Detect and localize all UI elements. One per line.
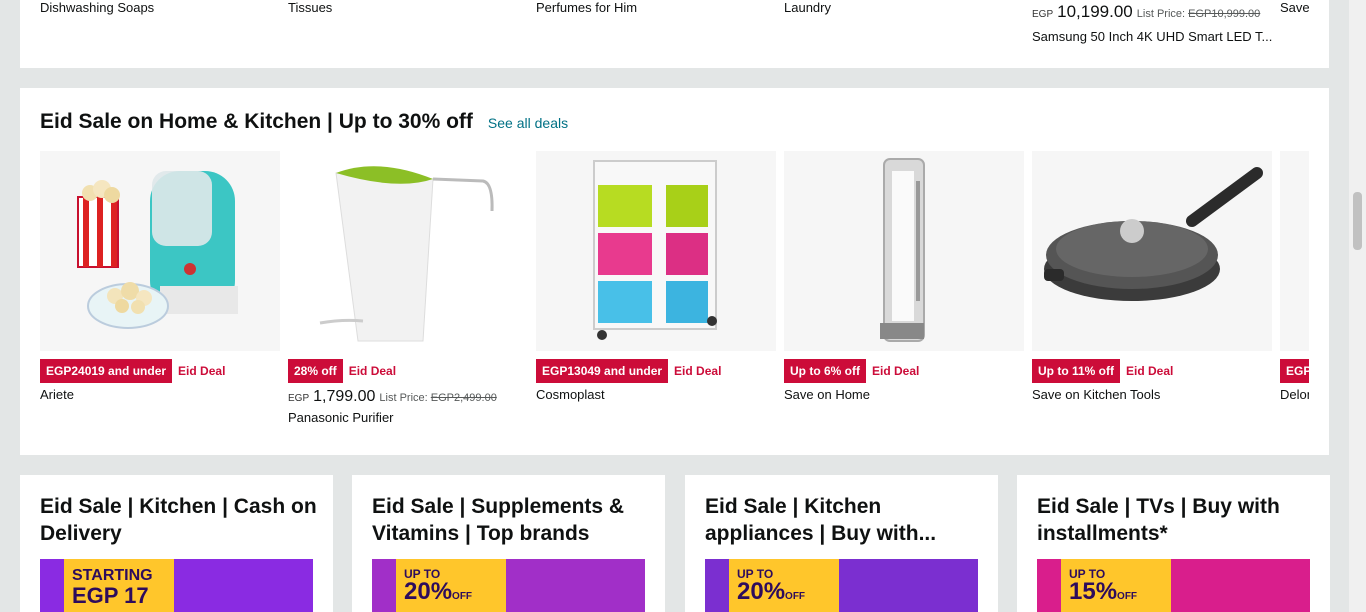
promo-big: 20%OFF <box>737 578 831 608</box>
vertical-scrollbar[interactable] <box>1349 0 1366 612</box>
list-price: List Price: EGP10,999.00 <box>1137 8 1261 20</box>
promo-badge: UP TO 15%OFF <box>1061 559 1171 612</box>
card-title[interactable]: Eid Sale | Kitchen appliances | Buy with… <box>705 493 985 547</box>
product-image[interactable] <box>40 151 280 351</box>
eid-deal-tag: Eid Deal <box>674 364 722 378</box>
see-all-deals-link[interactable]: See all deals <box>488 115 568 131</box>
promo-big: EGP 17 <box>72 583 149 608</box>
card-title[interactable]: Eid Sale | TVs | Buy with installments* <box>1037 493 1317 547</box>
product-name[interactable]: Cosmoplast <box>536 387 776 402</box>
category-tissues[interactable]: Tissues <box>288 0 332 15</box>
price-line: EGP 1,799.00 List Price: EGP2,499.00 <box>288 388 528 406</box>
popcorn-maker-icon <box>40 151 280 351</box>
water-purifier-icon <box>288 151 528 351</box>
category-label[interactable]: Tissues <box>288 0 332 15</box>
eid-deal-tag: Eid Deal <box>178 364 226 378</box>
product-image[interactable] <box>288 151 528 351</box>
category-label[interactable]: Laundry <box>784 0 831 15</box>
promo-off: OFF <box>452 591 473 602</box>
promo-off: OFF <box>785 591 806 602</box>
promo-big: 15%OFF <box>1069 578 1163 608</box>
product-title[interactable]: Samsung 50 Inch 4K UHD Smart LED T... <box>1032 29 1278 44</box>
category-label[interactable]: Save <box>1280 0 1310 15</box>
product-image[interactable] <box>1280 151 1309 351</box>
card-tvs[interactable]: Eid Sale | TVs | Buy with installments* … <box>1017 475 1330 612</box>
deal-badges: Up to 6% off Eid Deal <box>784 359 1024 383</box>
category-label[interactable]: Dishwashing Soaps <box>40 0 154 15</box>
category-dishwashing-soaps[interactable]: Dishwashing Soaps <box>40 0 154 15</box>
promo-big: 20%OFF <box>404 578 498 608</box>
promo-percent: 15% <box>1069 578 1118 605</box>
list-price-label: List Price: <box>1136 8 1186 20</box>
deal-badges: EGP <box>1280 359 1309 383</box>
eid-deal-tag: Eid Deal <box>348 364 397 378</box>
promo-percent: 20% <box>404 578 453 605</box>
product-samsung-tv[interactable]: EGP 10,199.00 List Price: EGP10,999.00 S… <box>1032 2 1278 44</box>
list-price-value: EGP10,999.00 <box>1188 8 1261 20</box>
product-name[interactable]: Panasonic Purifier <box>288 410 528 425</box>
deal-badges: EGP13049 and under Eid Deal <box>536 359 776 383</box>
led-light-icon <box>784 151 1024 351</box>
deals-title: Eid Sale on Home & Kitchen | Up to 30% o… <box>40 110 473 133</box>
category-laundry[interactable]: Laundry <box>784 0 831 15</box>
deal-product-kitchen-tools[interactable]: Up to 11% off Eid Deal Save on Kitchen T… <box>1032 151 1272 402</box>
discount-badge: EGP <box>1280 359 1309 383</box>
category-label[interactable]: Perfumes for Him <box>536 0 637 15</box>
deal-product-cosmoplast[interactable]: EGP13049 and under Eid Deal Cosmoplast <box>536 151 776 402</box>
frying-pan-icon <box>1032 151 1272 351</box>
list-price-value: EGP2,499.00 <box>430 392 497 404</box>
scrollbar-thumb[interactable] <box>1353 192 1362 250</box>
currency: EGP <box>288 393 310 404</box>
card-title[interactable]: Eid Sale | Supplements & Vitamins | Top … <box>372 493 652 547</box>
category-save[interactable]: Save <box>1280 0 1310 15</box>
deal-product-delonghi[interactable]: EGP Delon <box>1280 151 1309 402</box>
deal-badges: EGP24019 and under Eid Deal <box>40 359 280 383</box>
price-line: EGP 10,199.00 List Price: EGP10,999.00 <box>1032 2 1278 22</box>
product-image[interactable] <box>1032 151 1272 351</box>
promo-badge: UP TO 20%OFF <box>729 559 839 612</box>
card-image[interactable]: STARTING EGP 17 <box>40 559 313 612</box>
product-name[interactable]: Delon <box>1280 387 1309 402</box>
card-image[interactable]: UP TO 15%OFF <box>1037 559 1310 612</box>
card-kitchen-cod[interactable]: Eid Sale | Kitchen | Cash on Delivery ST… <box>20 475 333 612</box>
deal-badges: 28% off Eid Deal <box>288 359 528 383</box>
eid-deal-tag: Eid Deal <box>1126 364 1174 378</box>
promo-off: OFF <box>1117 591 1138 602</box>
promo-badge: UP TO 20%OFF <box>396 559 506 612</box>
list-price-label: List Price: <box>379 392 428 404</box>
promo-badge: STARTING EGP 17 <box>64 559 174 612</box>
deal-product-panasonic-purifier[interactable]: 28% off Eid Deal EGP 1,799.00 List Price… <box>288 151 528 425</box>
card-image[interactable]: UP TO 20%OFF <box>705 559 978 612</box>
product-image[interactable] <box>784 151 1024 351</box>
deal-badges: Up to 11% off Eid Deal <box>1032 359 1272 383</box>
currency: EGP <box>1032 9 1054 20</box>
product-name[interactable]: Ariete <box>40 387 280 402</box>
promo-percent: 20% <box>737 578 786 605</box>
deal-product-ariete[interactable]: EGP24019 and under Eid Deal Ariete <box>40 151 280 402</box>
product-image[interactable] <box>536 151 776 351</box>
discount-badge: EGP24019 and under <box>40 359 173 383</box>
card-image[interactable]: UP TO 20%OFF <box>372 559 645 612</box>
card-kitchen-appliances[interactable]: Eid Sale | Kitchen appliances | Buy with… <box>685 475 998 612</box>
discount-badge: Up to 6% off <box>784 359 866 383</box>
discount-badge: Up to 11% off <box>1032 359 1121 383</box>
previous-deals-card: Dishwashing Soaps Tissues Perfumes for H… <box>20 0 1329 68</box>
discount-badge: EGP13049 and under <box>536 359 669 383</box>
deals-header: Eid Sale on Home & Kitchen | Up to 30% o… <box>40 110 568 134</box>
list-price: List Price: EGP2,499.00 <box>379 392 496 404</box>
eid-deal-tag: Eid Deal <box>872 364 920 378</box>
deals-carousel: EGP24019 and under Eid Deal Ariete 28% o… <box>40 151 1309 441</box>
price: 10,199.00 <box>1057 2 1133 21</box>
product-name[interactable]: Save on Home <box>784 387 1024 402</box>
eid-home-kitchen-deals: Eid Sale on Home & Kitchen | Up to 30% o… <box>20 88 1329 455</box>
card-title[interactable]: Eid Sale | Kitchen | Cash on Delivery <box>40 493 320 547</box>
price: 1,799.00 <box>313 388 376 405</box>
card-supplements[interactable]: Eid Sale | Supplements & Vitamins | Top … <box>352 475 665 612</box>
drawer-unit-icon <box>536 151 776 351</box>
deal-product-home[interactable]: Up to 6% off Eid Deal Save on Home <box>784 151 1024 402</box>
discount-badge: 28% off <box>288 359 343 383</box>
product-name[interactable]: Save on Kitchen Tools <box>1032 387 1272 402</box>
category-perfumes[interactable]: Perfumes for Him <box>536 0 637 15</box>
